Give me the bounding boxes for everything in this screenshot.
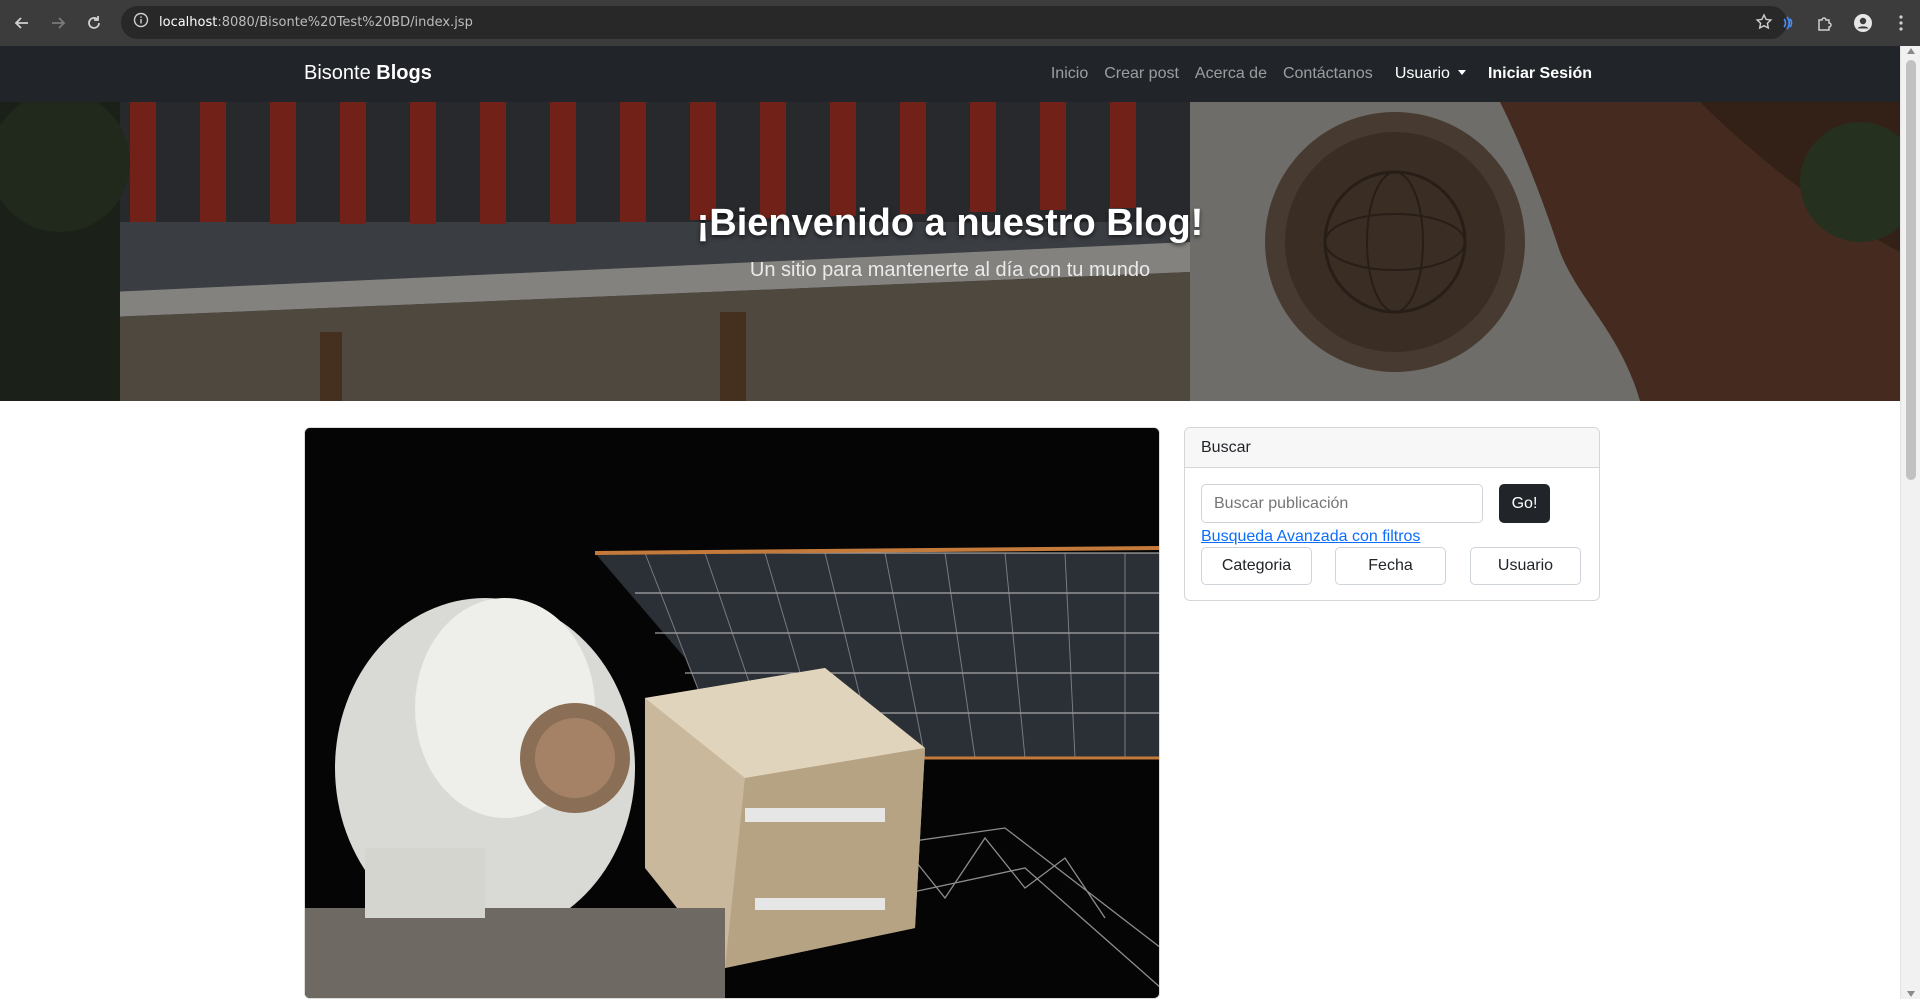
- url-host: localhost: [159, 15, 218, 30]
- browser-toolbar: localhost:8080/Bisonte%20Test%20BD/index…: [0, 0, 1920, 46]
- advanced-search-link[interactable]: Busqueda Avanzada con filtros: [1201, 528, 1420, 546]
- nav-links: Inicio Crear post Acerca de Contáctanos …: [1035, 46, 1592, 102]
- hero-banner: ¡Bienvenido a nuestro Blog! Un sitio par…: [0, 102, 1900, 401]
- scroll-up-arrow-icon[interactable]: [1907, 48, 1915, 54]
- nav-link-crear-post[interactable]: Crear post: [1104, 65, 1179, 83]
- caret-down-icon: [1457, 70, 1466, 75]
- search-input[interactable]: [1201, 484, 1483, 523]
- search-card-header: Buscar: [1185, 428, 1599, 468]
- brand-light-text: Bisonte: [304, 62, 371, 84]
- puzzle-icon[interactable]: [1806, 4, 1844, 42]
- page-scrollbar[interactable]: [1900, 46, 1920, 999]
- search-card: Buscar Go! Busqueda Avanzada con filtros…: [1184, 427, 1600, 601]
- go-button[interactable]: Go!: [1499, 484, 1550, 523]
- nav-link-contactanos[interactable]: Contáctanos: [1283, 65, 1373, 83]
- site-info-icon[interactable]: [133, 12, 149, 33]
- astronaut-spacewalk-image: [305, 428, 1159, 998]
- nav-link-inicio[interactable]: Inicio: [1051, 65, 1088, 83]
- back-arrow-icon[interactable]: [4, 5, 40, 41]
- filter-usuario-button[interactable]: Usuario: [1470, 547, 1581, 585]
- kebab-menu-icon[interactable]: [1882, 4, 1920, 42]
- forward-arrow-icon[interactable]: [40, 5, 76, 41]
- featured-post-card[interactable]: [304, 427, 1160, 999]
- filter-fecha-button[interactable]: Fecha: [1335, 547, 1446, 585]
- hero-subtitle: Un sitio para mantenerte al día con tu m…: [749, 259, 1151, 281]
- filter-categoria-button[interactable]: Categoria: [1201, 547, 1312, 585]
- profile-icon[interactable]: [1844, 4, 1882, 42]
- scroll-thumb[interactable]: [1906, 60, 1916, 480]
- reload-icon[interactable]: [76, 5, 112, 41]
- hero-title: ¡Bienvenido a nuestro Blog!: [696, 202, 1204, 244]
- url-text: localhost:8080/Bisonte%20Test%20BD/index…: [159, 15, 473, 30]
- address-bar[interactable]: localhost:8080/Bisonte%20Test%20BD/index…: [121, 6, 1787, 39]
- nav-link-acerca-de[interactable]: Acerca de: [1195, 65, 1267, 83]
- site-navbar: Bisonte Blogs Inicio Crear post Acerca d…: [0, 46, 1900, 102]
- user-dropdown-label: Usuario: [1394, 65, 1450, 82]
- brand-logo[interactable]: Bisonte Blogs: [304, 62, 432, 85]
- brand-bold-text: Blogs: [376, 62, 432, 84]
- hero-overlay: [0, 102, 1900, 401]
- url-path: :8080/Bisonte%20Test%20BD/index.jsp: [217, 15, 473, 30]
- scroll-down-arrow-icon[interactable]: [1907, 991, 1915, 997]
- login-link[interactable]: Iniciar Sesión: [1488, 65, 1592, 83]
- user-dropdown[interactable]: Usuario: [1395, 65, 1466, 83]
- extension-icon[interactable]: [1768, 4, 1806, 42]
